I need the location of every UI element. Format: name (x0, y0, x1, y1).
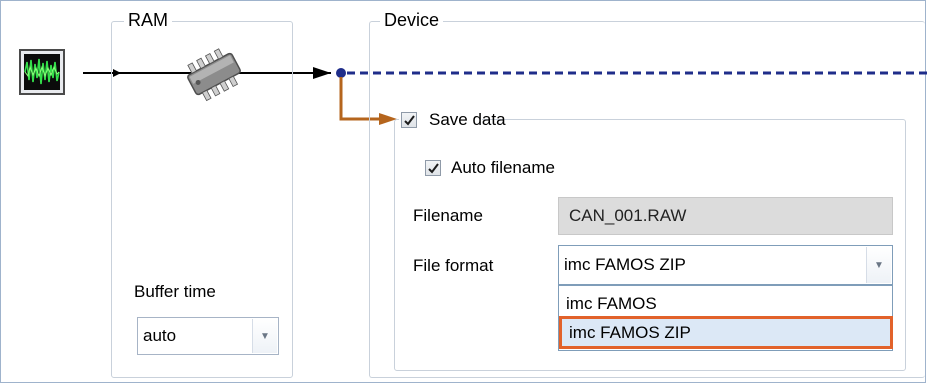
file-format-dropdown-list: imc FAMOS imc FAMOS ZIP (558, 285, 893, 351)
filename-value: CAN_001.RAW (569, 206, 687, 225)
filename-label: Filename (413, 206, 483, 225)
file-format-value: imc FAMOS ZIP (564, 255, 686, 274)
save-data-checkbox-row[interactable]: Save data (399, 107, 506, 133)
flow-junction-node (336, 68, 346, 78)
auto-filename-checkbox[interactable] (425, 160, 441, 176)
buffer-time-value: auto (143, 326, 177, 345)
ram-group-title: RAM (124, 10, 172, 31)
data-flow-panel: RAM Buffer time auto ▼ Device Save data … (0, 0, 927, 383)
file-format-option-selected[interactable]: imc FAMOS ZIP (559, 316, 893, 349)
file-format-label: File format (413, 256, 494, 275)
file-format-option[interactable]: imc FAMOS (559, 289, 892, 318)
save-data-label: Save data (429, 110, 506, 129)
oscilloscope-signal-icon[interactable] (19, 49, 65, 95)
buffer-time-combobox[interactable]: auto ▼ (137, 317, 279, 355)
ram-chip-icon (181, 41, 247, 112)
file-format-combobox[interactable]: imc FAMOS ZIP ▼ (558, 245, 893, 285)
flow-arrow-into-device (313, 67, 331, 79)
checkmark-icon (427, 162, 439, 174)
checkmark-icon (403, 114, 415, 126)
save-data-checkbox[interactable] (401, 112, 417, 128)
chevron-down-icon[interactable]: ▼ (252, 319, 277, 353)
filename-field: CAN_001.RAW (558, 197, 893, 235)
buffer-time-label: Buffer time (134, 282, 216, 301)
device-group-title: Device (380, 10, 444, 31)
auto-filename-label: Auto filename (451, 158, 555, 177)
chevron-down-icon[interactable]: ▼ (866, 247, 891, 283)
